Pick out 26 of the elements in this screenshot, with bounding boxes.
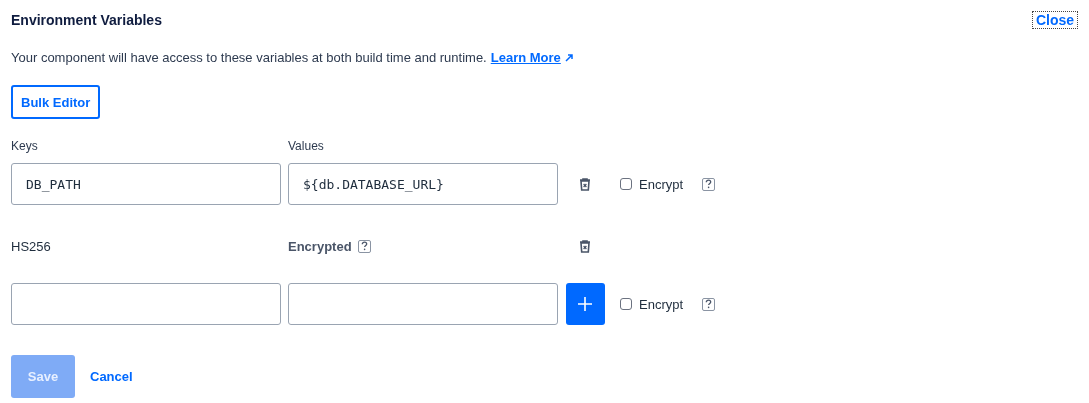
external-link-icon [564,53,573,62]
bulk-editor-button[interactable]: Bulk Editor [11,85,101,119]
close-button[interactable]: Close [1031,11,1078,29]
value-field[interactable] [288,283,558,325]
help-icon[interactable] [702,297,716,311]
trash-icon[interactable] [579,177,591,191]
help-icon[interactable] [357,239,371,253]
trash-icon[interactable] [579,239,591,253]
cancel-button[interactable]: Cancel [90,369,133,384]
value-field[interactable]: ${db.DATABASE_URL} [288,163,558,205]
column-label: Keys [11,139,39,153]
encrypt-checkbox[interactable] [620,298,632,310]
encrypt-checkbox[interactable] [620,178,632,190]
encrypt-label: Encrypt [639,296,684,312]
encrypted-label: Encrypted [288,238,352,254]
learn-more-link[interactable]: Learn More [490,50,561,65]
key-field[interactable] [11,283,281,325]
plus-icon [578,297,592,311]
section-title: Environment Variables [11,12,162,28]
key-field[interactable]: DB_PATH [11,163,281,205]
help-icon[interactable] [702,177,716,191]
key-text: HS256 [11,238,52,254]
description-text: Your component will have access to these variables at both build time and runtime. [11,50,487,65]
encrypt-label: Encrypt [639,176,684,192]
add-button[interactable] [565,283,605,325]
column-label: Values [288,139,325,153]
